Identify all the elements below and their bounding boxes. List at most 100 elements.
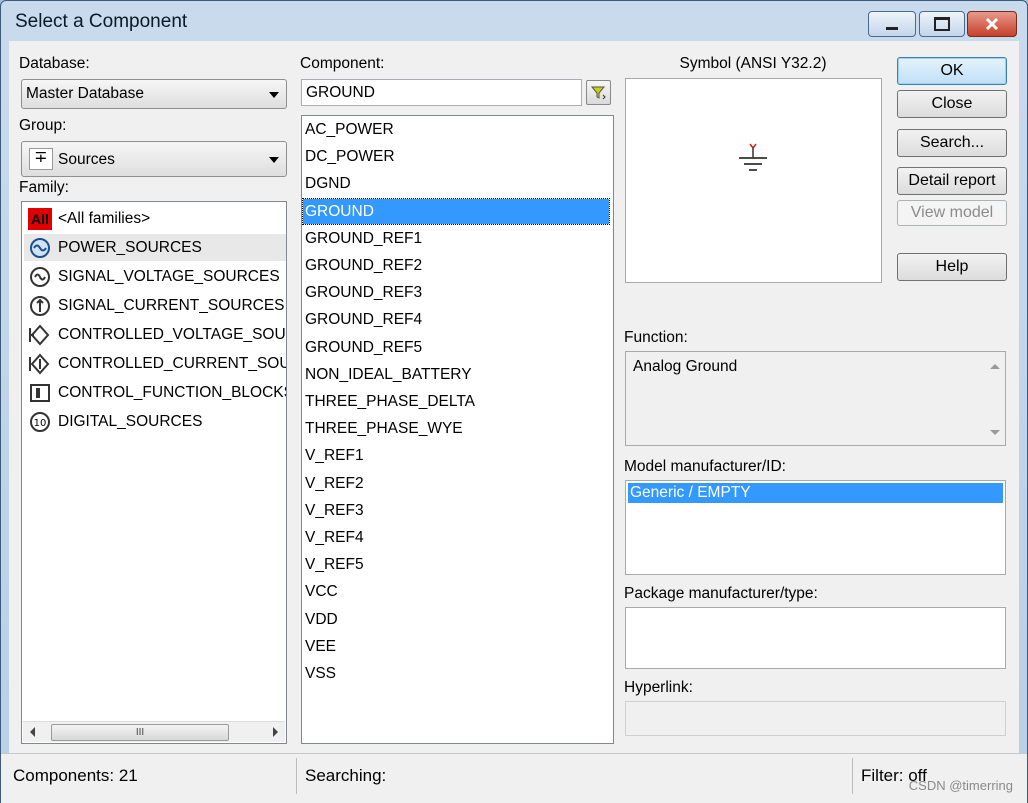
- sources-group-icon: ∓: [29, 148, 53, 170]
- database-label: Database:: [19, 55, 90, 72]
- component-item[interactable]: GROUND_REF3: [305, 280, 422, 305]
- scroll-down-icon[interactable]: [990, 430, 1000, 435]
- ok-button[interactable]: OK: [897, 57, 1007, 85]
- component-item[interactable]: VSS: [305, 661, 336, 686]
- family-item-control-function[interactable]: CONTROL_FUNCTION_BLOCKS: [28, 379, 286, 406]
- view-model-button[interactable]: View model: [897, 200, 1007, 226]
- dialog-client: Database: Master Database Group: ∓ Sourc…: [9, 41, 1019, 753]
- window-title: Select a Component: [15, 11, 188, 32]
- group-label: Group:: [19, 117, 67, 134]
- scroll-grip: III: [135, 727, 145, 738]
- scroll-thumb[interactable]: III: [51, 724, 229, 741]
- family-item-signal-voltage[interactable]: SIGNAL_VOLTAGE_SOURCES: [28, 263, 280, 290]
- title-bar[interactable]: Select a Component: [1, 1, 1027, 41]
- family-item-controlled-current[interactable]: CONTROLLED_CURRENT_SOUF: [28, 350, 287, 377]
- family-item-all[interactable]: All <All families>: [28, 205, 150, 232]
- maximize-icon: [934, 17, 950, 31]
- component-item[interactable]: THREE_PHASE_WYE: [305, 416, 463, 441]
- minimize-icon: [886, 26, 898, 30]
- watermark-text: CSDN @timerring: [908, 778, 1013, 793]
- family-item-controlled-voltage[interactable]: CONTROLLED_VOLTAGE_SOUR: [28, 321, 287, 348]
- hyperlink-label: Hyperlink:: [624, 679, 693, 696]
- component-item[interactable]: GROUND_REF5: [305, 335, 422, 360]
- component-item[interactable]: V_REF1: [305, 443, 364, 468]
- family-item-label: SIGNAL_CURRENT_SOURCES: [58, 296, 285, 314]
- component-item[interactable]: V_REF4: [305, 525, 364, 550]
- model-item-label: Generic / EMPTY: [630, 484, 751, 501]
- group-select[interactable]: ∓ Sources: [21, 141, 287, 177]
- close-button[interactable]: Close: [897, 90, 1007, 118]
- symbol-preview: [625, 78, 882, 283]
- component-list[interactable]: AC_POWER DC_POWER DGND GROUND GROUND_REF1 GRO…: [301, 115, 614, 744]
- family-item-label: SIGNAL_VOLTAGE_SOURCES: [58, 267, 280, 285]
- control-function-icon: [28, 382, 52, 404]
- component-item[interactable]: VDD: [305, 607, 338, 632]
- signal-voltage-icon: [28, 266, 52, 288]
- function-textarea[interactable]: Analog Ground: [625, 351, 1006, 446]
- model-list[interactable]: Generic / EMPTY: [625, 480, 1006, 575]
- close-icon: [985, 17, 999, 31]
- filter-icon: [590, 86, 606, 99]
- component-item[interactable]: THREE_PHASE_DELTA: [305, 389, 475, 414]
- group-value: Sources: [58, 151, 115, 168]
- component-item[interactable]: GROUND_REF2: [305, 253, 422, 278]
- minimize-button[interactable]: [868, 11, 916, 37]
- database-select[interactable]: Master Database: [21, 79, 287, 109]
- symbol-label: Symbol (ANSI Y32.2): [679, 55, 827, 72]
- family-label: Family:: [19, 179, 69, 196]
- family-list[interactable]: All <All families> POWER_SOURCES SIGNAL_…: [21, 201, 287, 744]
- components-count: Components: 21: [13, 766, 138, 785]
- component-item[interactable]: VEE: [305, 634, 336, 659]
- family-item-label: CONTROLLED_CURRENT_SOUF: [58, 354, 287, 372]
- model-item-selected[interactable]: Generic / EMPTY: [628, 483, 1003, 503]
- family-item-label: <All families>: [58, 209, 151, 227]
- function-vscrollbar[interactable]: [985, 352, 1005, 445]
- scroll-right-icon[interactable]: [273, 727, 278, 737]
- detail-report-button[interactable]: Detail report: [897, 167, 1007, 195]
- database-value: Master Database: [26, 85, 145, 102]
- component-item[interactable]: GROUND_REF1: [305, 226, 422, 251]
- chevron-down-icon: [269, 92, 279, 98]
- ground-symbol-icon: [739, 143, 767, 171]
- chevron-down-icon: [269, 157, 279, 163]
- power-sources-icon: [28, 237, 52, 259]
- family-item-digital-sources[interactable]: 10 DIGITAL_SOURCES: [28, 408, 202, 435]
- component-item[interactable]: DGND: [305, 171, 351, 196]
- status-bar: Components: 21 Searching: Filter: off CS…: [1, 753, 1027, 803]
- component-item[interactable]: V_REF2: [305, 471, 364, 496]
- component-search-input[interactable]: [301, 79, 582, 106]
- component-item[interactable]: GROUND_REF4: [305, 307, 422, 332]
- component-item[interactable]: V_REF5: [305, 552, 364, 577]
- maximize-button[interactable]: [919, 11, 965, 37]
- component-label: Component:: [300, 55, 385, 72]
- component-item[interactable]: NON_IDEAL_BATTERY: [305, 362, 472, 387]
- signal-current-icon: [28, 295, 52, 317]
- close-window-button[interactable]: [967, 11, 1017, 37]
- family-hscrollbar[interactable]: III: [23, 721, 285, 742]
- function-label: Function:: [624, 329, 688, 346]
- component-item[interactable]: DC_POWER: [305, 144, 395, 169]
- function-value: Analog Ground: [633, 358, 738, 375]
- search-button[interactable]: Search...: [897, 129, 1007, 157]
- controlled-voltage-icon: [28, 323, 52, 346]
- controlled-current-icon: [28, 352, 52, 375]
- family-item-power-sources[interactable]: POWER_SOURCES: [24, 234, 286, 261]
- hyperlink-field[interactable]: [625, 701, 1006, 736]
- family-item-label: DIGITAL_SOURCES: [58, 412, 203, 430]
- scroll-left-icon[interactable]: [30, 727, 35, 737]
- dialog-window: Select a Component Database: Master Data…: [0, 0, 1028, 803]
- component-item[interactable]: V_REF3: [305, 498, 364, 523]
- filter-button[interactable]: [586, 80, 611, 105]
- status-components: Components: 21: [5, 758, 297, 794]
- component-item[interactable]: AC_POWER: [305, 117, 394, 142]
- scroll-up-icon[interactable]: [990, 364, 1000, 369]
- family-item-label: CONTROLLED_VOLTAGE_SOUR: [58, 325, 287, 343]
- component-item-selected[interactable]: GROUND: [302, 197, 610, 225]
- package-label: Package manufacturer/type:: [624, 585, 818, 602]
- family-item-label: POWER_SOURCES: [58, 238, 202, 256]
- package-list[interactable]: [625, 607, 1006, 669]
- help-button[interactable]: Help: [897, 253, 1007, 281]
- digital-sources-icon: 10: [28, 411, 52, 433]
- component-item[interactable]: VCC: [305, 579, 338, 604]
- family-item-signal-current[interactable]: SIGNAL_CURRENT_SOURCES: [28, 292, 285, 319]
